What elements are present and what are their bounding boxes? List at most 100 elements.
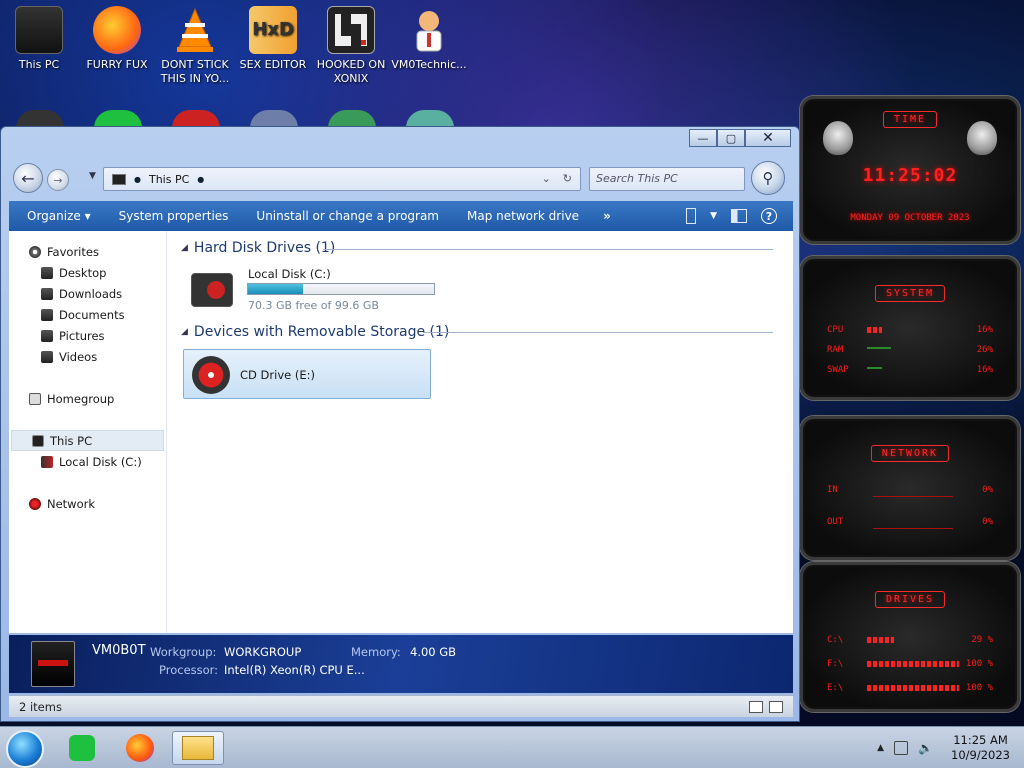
row-value: 29 % <box>971 635 993 645</box>
start-button[interactable] <box>6 730 44 768</box>
desktop-icon-furry-fux[interactable]: FURRY FUX <box>78 6 156 72</box>
gadget-date: MONDAY 09 OCTOBER 2023 <box>850 213 970 223</box>
time-gadget[interactable]: TIME 11:25:02 MONDAY 09 OCTOBER 2023 <box>800 96 1020 244</box>
close-button[interactable]: ✕ <box>745 129 791 147</box>
view-options-dropdown-icon[interactable]: ▼ <box>710 211 717 221</box>
breadcrumb-separator-icon[interactable]: ● <box>134 175 141 184</box>
nav-item-documents[interactable]: Documents <box>9 304 166 325</box>
nav-item-downloads[interactable]: Downloads <box>9 283 166 304</box>
row-label: SWAP <box>827 365 849 375</box>
preview-pane-icon[interactable] <box>731 209 747 223</box>
status-bar: 2 items <box>9 695 793 717</box>
desktop-icon-this-pc[interactable]: This PC <box>0 6 78 72</box>
show-hidden-icons-icon[interactable]: ▲ <box>877 743 884 753</box>
row-label: CPU <box>827 325 844 335</box>
nav-item-homegroup[interactable]: Homegroup <box>9 388 166 409</box>
refresh-icon[interactable]: ↻ <box>563 172 572 185</box>
usage-bar <box>867 637 959 643</box>
row-label: E:\ <box>827 683 844 693</box>
xonix-game-icon <box>327 6 375 54</box>
nav-item-local-disk[interactable]: Local Disk (C:) <box>9 451 166 472</box>
firefox-icon <box>93 6 141 54</box>
gadget-title: SYSTEM <box>874 285 946 302</box>
nav-item-pictures[interactable]: Pictures <box>9 325 166 346</box>
usage-fill <box>867 685 959 691</box>
network-gadget[interactable]: NETWORK IN 0% OUT 0% <box>800 416 1020 560</box>
maximize-button[interactable]: ▢ <box>717 129 745 147</box>
window-controls: — ▢ ✕ <box>689 129 791 147</box>
workgroup-value: WORKGROUP <box>224 645 302 659</box>
breadcrumb-separator-icon[interactable]: ● <box>197 175 204 184</box>
more-commands-button[interactable]: » <box>593 201 621 231</box>
nav-item-favorites[interactable]: Favorites <box>9 241 166 262</box>
computer-icon <box>15 6 63 54</box>
ram-row: RAM 26% <box>827 343 993 357</box>
forward-button[interactable]: → <box>47 169 69 191</box>
usage-bar <box>867 367 959 373</box>
address-bar[interactable]: ● This PC ● ⌄ ↻ <box>103 167 581 191</box>
details-pane: VM0B0T Workgroup: WORKGROUP Memory: 4.00… <box>9 635 793 693</box>
navigation-bar: ← → ▼ ● This PC ● ⌄ ↻ Search This PC ⚲ <box>9 159 785 197</box>
taskbar-clock[interactable]: 11:25 AM 10/9/2023 <box>951 733 1010 763</box>
hard-disk-icon <box>41 455 53 468</box>
doctor-icon <box>405 6 453 54</box>
uninstall-program-button[interactable]: Uninstall or change a program <box>242 201 453 231</box>
details-view-icon[interactable] <box>749 700 763 713</box>
change-view-icon[interactable] <box>686 208 697 224</box>
usage-fill <box>867 637 894 643</box>
nav-item-videos[interactable]: Videos <box>9 346 166 367</box>
row-label: RAM <box>827 345 844 355</box>
nav-item-this-pc[interactable]: This PC <box>11 430 164 451</box>
search-button[interactable]: ⚲ <box>751 161 785 195</box>
group-title: Hard Disk Drives (1) <box>193 240 336 256</box>
documents-folder-icon <box>41 308 53 321</box>
map-network-drive-button[interactable]: Map network drive <box>453 201 593 231</box>
drives-gadget[interactable]: DRIVES C:\ 29 % F:\ 100 % E:\ 100 % <box>800 562 1020 712</box>
usage-fill <box>867 661 959 667</box>
volume-icon[interactable]: 🔈 <box>918 741 933 755</box>
nav-item-label: This PC <box>50 433 93 448</box>
row-label: C:\ <box>827 635 844 645</box>
breadcrumb-this-pc[interactable]: This PC <box>149 173 189 186</box>
nav-item-label: Videos <box>59 349 98 364</box>
cpu-row: CPU 16% <box>827 323 993 337</box>
desktop-icon-dont-stick[interactable]: DONT STICK THIS IN YO... <box>156 6 234 86</box>
search-input[interactable]: Search This PC <box>589 167 745 191</box>
network-tray-icon[interactable] <box>894 741 909 755</box>
address-dropdown-icon[interactable]: ⌄ <box>542 172 551 185</box>
drive-local-disk-c[interactable]: Local Disk (C:) 70.3 GB free of 99.6 GB <box>191 265 451 315</box>
recent-pages-dropdown[interactable]: ▼ <box>89 171 96 181</box>
taskbar-app-explorer[interactable] <box>172 731 224 765</box>
drive-cd-e[interactable]: CD Drive (E:) <box>183 349 431 399</box>
nav-item-desktop[interactable]: Desktop <box>9 262 166 283</box>
magnifier-icon: ⚲ <box>762 169 774 187</box>
desktop-icon-hooked-on-xonix[interactable]: HOOKED ON XONIX <box>312 6 390 86</box>
organize-button[interactable]: Organize ▾ <box>9 201 105 231</box>
desktop-icon-sex-editor[interactable]: HxD SEX EDITOR <box>234 6 312 72</box>
nav-item-label: Favorites <box>47 244 99 259</box>
large-icons-view-icon[interactable] <box>769 700 783 713</box>
taskbar-app-green[interactable] <box>56 731 108 765</box>
system-properties-button[interactable]: System properties <box>105 201 243 231</box>
group-header-hard-disks[interactable]: ◢ Hard Disk Drives (1) <box>181 237 335 259</box>
help-icon[interactable]: ? <box>761 208 777 224</box>
memory-value: 4.00 GB <box>410 645 457 659</box>
minimize-button[interactable]: — <box>689 129 717 147</box>
nav-item-label: Documents <box>59 307 125 322</box>
taskbar-app-firefox[interactable] <box>114 731 166 765</box>
hard-disk-icon <box>191 273 233 307</box>
group-divider <box>423 332 773 333</box>
alien-head-icon <box>823 121 853 155</box>
back-button[interactable]: ← <box>13 163 43 193</box>
star-icon <box>29 245 41 258</box>
usage-bar <box>867 347 959 353</box>
usage-bar <box>867 685 959 691</box>
nav-item-network[interactable]: Network <box>9 493 166 514</box>
arrow-right-icon: → <box>53 173 63 187</box>
messenger-app-icon <box>69 735 95 761</box>
processor-value: Intel(R) Xeon(R) CPU E... <box>224 663 365 677</box>
group-header-removable[interactable]: ◢ Devices with Removable Storage (1) <box>181 321 449 343</box>
system-gadget[interactable]: SYSTEM CPU 16% RAM 26% SWAP 16% <box>800 256 1020 400</box>
disk-usage-bar <box>247 283 435 295</box>
desktop-icon-vm0technic[interactable]: VM0Technic... <box>390 6 468 72</box>
